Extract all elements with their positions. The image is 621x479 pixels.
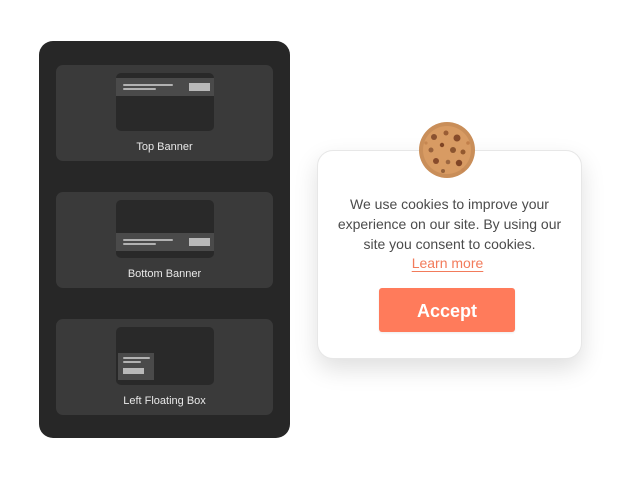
layout-option-label: Bottom Banner: [127, 268, 202, 280]
preview-button: [123, 368, 144, 374]
floating-box-preview: [118, 353, 154, 380]
learn-more-link[interactable]: Learn more: [405, 254, 490, 272]
cookie-consent-card: We use cookies to improve your experienc…: [317, 150, 582, 359]
preview-text-line: [123, 361, 141, 363]
preview-text-line: [123, 357, 150, 359]
layout-option-label: Top Banner: [136, 141, 193, 153]
preview-text-line: [123, 88, 156, 90]
cookie-message: We use cookies to improve your experienc…: [337, 196, 562, 252]
preview-text-line: [123, 243, 156, 245]
banner-preview-bar: [116, 78, 214, 96]
preview-button: [189, 238, 210, 246]
cookie-icon: [419, 122, 475, 178]
preview-text-line: [123, 84, 173, 86]
bottom-banner-preview: [116, 200, 214, 258]
left-floating-box-preview: [116, 327, 214, 385]
top-banner-preview: [116, 73, 214, 131]
layout-options-panel: Top Banner Bottom Banner Left Floating B…: [39, 41, 290, 438]
preview-button: [189, 83, 210, 91]
layout-option-bottom-banner[interactable]: Bottom Banner: [56, 192, 273, 288]
accept-button[interactable]: Accept: [379, 288, 515, 332]
banner-preview-bar: [116, 233, 214, 251]
layout-option-left-floating-box[interactable]: Left Floating Box: [56, 319, 273, 415]
layout-option-top-banner[interactable]: Top Banner: [56, 65, 273, 161]
layout-option-label: Left Floating Box: [123, 395, 206, 407]
preview-text-line: [123, 239, 173, 241]
